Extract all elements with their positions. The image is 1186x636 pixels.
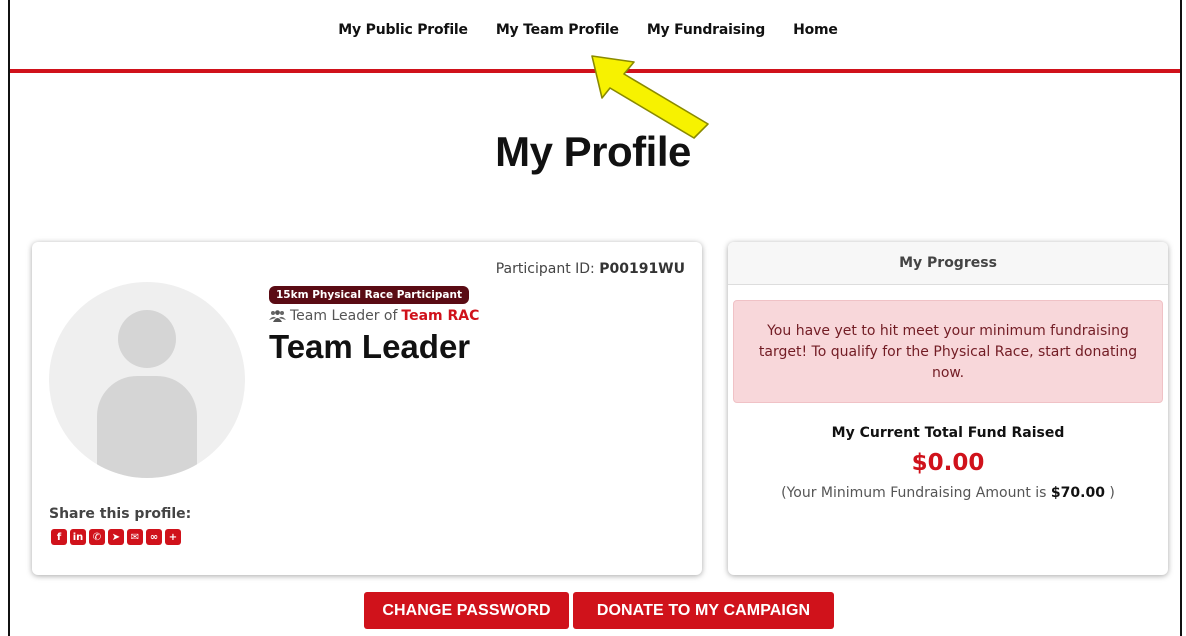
minimum-prefix: (Your Minimum Fundraising Amount is [781,485,1047,501]
fund-raised-amount: $0.00 [911,450,985,476]
progress-card: My Progress You have yet to hit meet you… [728,242,1168,575]
nav-home[interactable]: Home [779,22,852,48]
team-leader-line: Team Leader of Team RAC [269,308,479,324]
participant-name: Team Leader [269,328,471,365]
whatsapp-icon[interactable]: ✆ [89,529,105,545]
linkedin-icon[interactable]: in [70,529,86,545]
minimum-amount: $70.00 [1050,485,1105,501]
race-badge: 15km Physical Race Participant [269,286,470,304]
donate-button[interactable]: DONATE TO MY CAMPAIGN [573,592,834,629]
profile-card: Participant ID: P00191WU 15km Physical R… [32,242,702,575]
participant-id-label: Participant ID: [495,261,595,277]
nav-my-fundraising[interactable]: My Fundraising [633,22,779,48]
telegram-icon[interactable]: ➤ [108,529,124,545]
share-icons: f in ✆ ➤ ✉ ∞ + [51,529,181,545]
team-leader-prefix: Team Leader of [290,308,398,324]
nav-my-public-profile[interactable]: My Public Profile [324,22,482,48]
link-icon[interactable]: ∞ [146,529,162,545]
users-icon [269,310,286,322]
nav-my-team-profile[interactable]: My Team Profile [482,22,633,48]
facebook-icon[interactable]: f [51,529,67,545]
participant-id-value: P00191WU [599,261,685,277]
page-title: My Profile [495,128,691,175]
avatar-head [118,310,176,368]
progress-header: My Progress [728,242,1168,285]
team-name-link[interactable]: Team RAC [401,308,479,324]
email-icon[interactable]: ✉ [127,529,143,545]
minimum-suffix: ) [1109,485,1115,501]
share-label: Share this profile: [49,506,192,522]
avatar [49,282,245,478]
top-nav: My Public Profile My Team Profile My Fun… [10,22,1180,48]
fund-raised-label: My Current Total Fund Raised [831,425,1065,441]
avatar-body [97,376,197,478]
plus-icon[interactable]: + [165,529,181,545]
participant-id: Participant ID: P00191WU [496,261,685,277]
minimum-fundraising: (Your Minimum Fundraising Amount is $70.… [728,485,1168,501]
change-password-button[interactable]: CHANGE PASSWORD [364,592,569,629]
fundraising-alert: You have yet to hit meet your minimum fu… [733,300,1163,403]
